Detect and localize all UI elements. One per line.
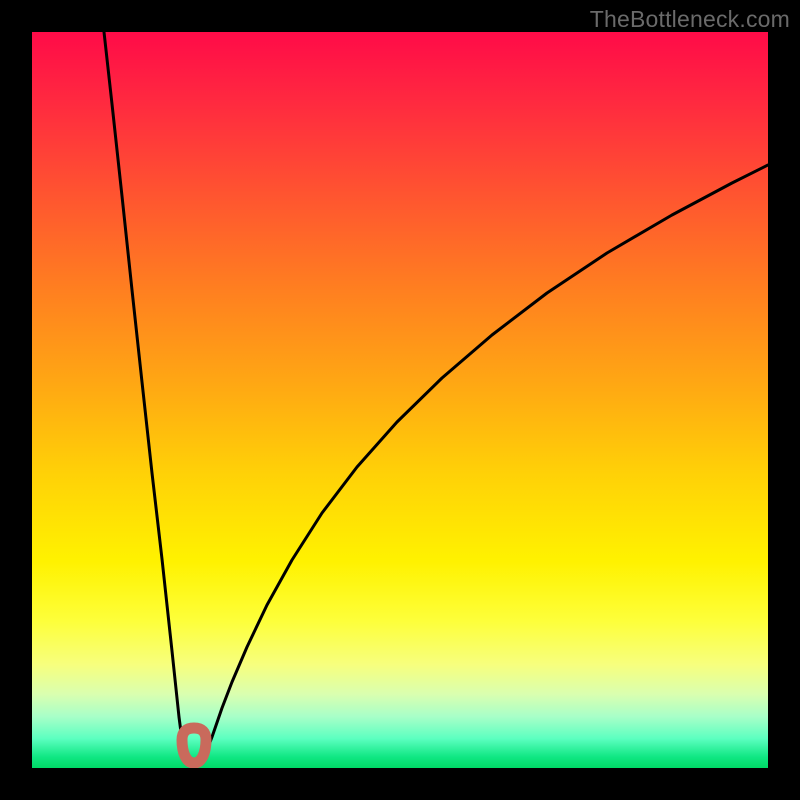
- curve-layer: [32, 32, 768, 768]
- curve-left-branch: [104, 32, 190, 761]
- chart-frame: TheBottleneck.com: [0, 0, 800, 800]
- watermark-text: TheBottleneck.com: [590, 6, 790, 33]
- curve-right-branch: [202, 165, 768, 761]
- plot-area: [32, 32, 768, 768]
- anchor-loop: [182, 728, 206, 763]
